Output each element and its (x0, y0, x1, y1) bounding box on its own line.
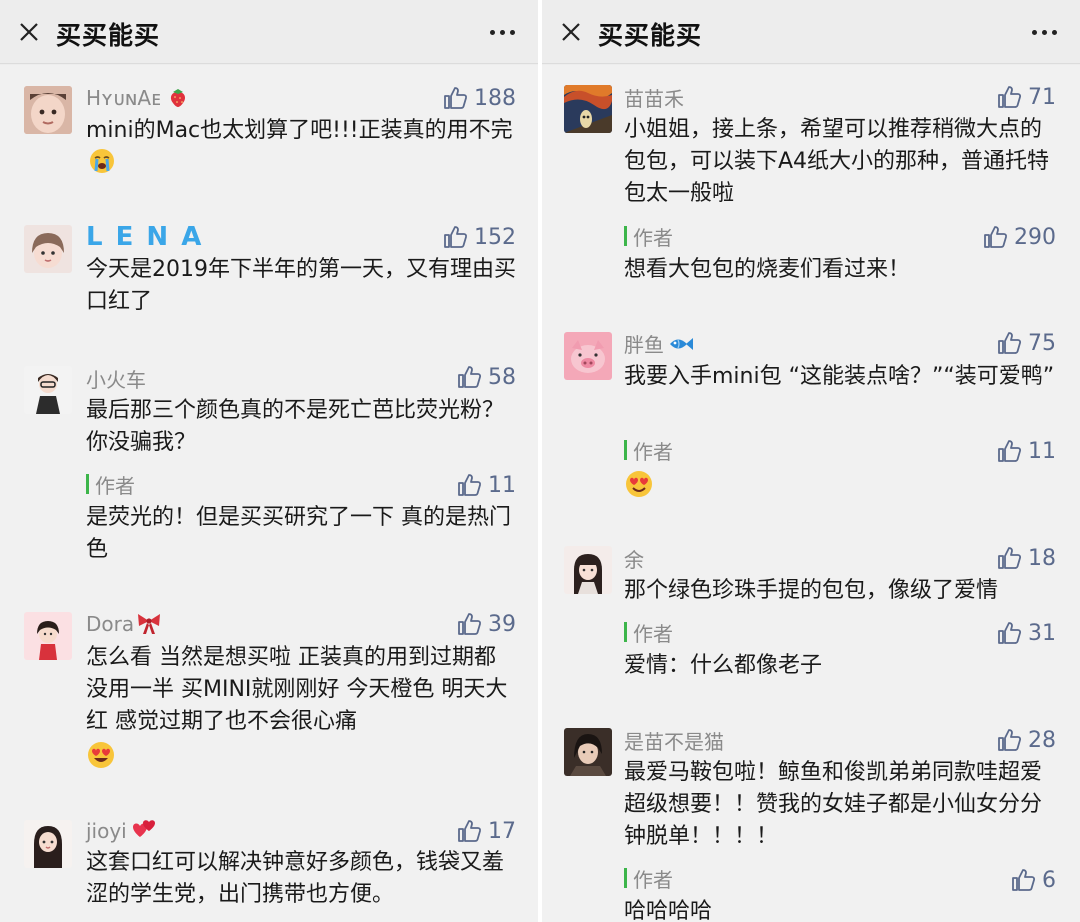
page: 买买能买 HʏᴜɴAᴇ 188 mini的Mac也太划算了吧!!!正装真的用不完… (0, 0, 1080, 922)
avatar[interactable] (24, 820, 72, 868)
thumbs-up-icon (998, 547, 1022, 569)
like-button[interactable]: 6 (1010, 867, 1056, 893)
like-button[interactable]: 152 (442, 224, 516, 250)
like-count: 31 (1028, 620, 1056, 646)
avatar[interactable] (564, 332, 612, 380)
comment-author-name[interactable]: Dora (86, 611, 162, 640)
close-icon[interactable] (18, 21, 40, 43)
like-button[interactable]: 58 (456, 364, 516, 390)
hearts-icon (129, 818, 157, 847)
more-icon[interactable] (1032, 30, 1058, 36)
comment-text: 小姐姐，接上条，希望可以推荐稍微大点的包包，可以装下A4纸大小的那种，普通托特包… (624, 117, 1050, 206)
comment-author-name[interactable]: 余 (624, 544, 644, 573)
avatar[interactable] (564, 728, 612, 776)
avatar[interactable] (24, 366, 72, 414)
heart-eyes-emoji-icon (626, 471, 652, 497)
like-count: 18 (1028, 545, 1056, 571)
more-icon[interactable] (490, 30, 516, 36)
comment-author-name[interactable]: jioyi (86, 818, 157, 847)
like-button[interactable]: 11 (456, 472, 516, 498)
like-count: 75 (1028, 330, 1056, 356)
thumbs-up-icon (998, 440, 1022, 462)
like-button[interactable]: 75 (996, 330, 1056, 356)
avatar[interactable] (564, 85, 612, 133)
author-reply-text: 想看大包包的烧麦们看过来！ (624, 257, 911, 282)
like-count: 71 (1028, 84, 1056, 110)
comment-author-name[interactable]: HʏᴜɴAᴇ (86, 86, 189, 113)
comment-author-name[interactable]: 小火车 (86, 364, 146, 393)
author-reply-tag: 作者 (86, 472, 135, 498)
comment-text: 怎么看 当然是想买啦 正装真的用到过期都没用一半 买MINI就刚刚好 今天橙色 … (86, 645, 508, 734)
thumbs-up-icon (458, 474, 482, 496)
like-count: 28 (1028, 727, 1056, 753)
page-title: 买买能买 (56, 21, 161, 50)
thumbs-up-icon (444, 87, 468, 109)
like-count: 188 (474, 85, 516, 111)
thumbs-up-icon (458, 366, 482, 388)
like-count: 11 (488, 472, 516, 498)
comment-author-name[interactable]: 苗苗禾 (624, 83, 684, 112)
avatar[interactable] (564, 546, 612, 594)
thumbs-up-icon (998, 332, 1022, 354)
avatar[interactable] (24, 86, 72, 134)
strawberry-icon (167, 86, 189, 113)
close-icon[interactable] (560, 21, 582, 43)
left-panel: 买买能买 HʏᴜɴAᴇ 188 mini的Mac也太划算了吧!!!正装真的用不完… (0, 0, 538, 922)
author-reply-tag: 作者 (624, 438, 673, 464)
like-count: 6 (1042, 867, 1056, 893)
like-button[interactable]: 39 (456, 611, 516, 637)
thumbs-up-icon (998, 622, 1022, 644)
author-reply-text: 哈哈哈哈 (624, 899, 713, 922)
ribbon-bow-icon (136, 611, 162, 640)
avatar[interactable] (24, 612, 72, 660)
author-reply-tag: 作者 (624, 224, 673, 250)
like-count: 11 (1028, 438, 1056, 464)
comment-text: 最后那三个颜色真的不是死亡芭比荧光粉？你没骗我？ (86, 398, 505, 455)
heart-eyes-emoji-icon (88, 742, 114, 768)
comment-text: 最爱马鞍包啦！鲸鱼和俊凯弟弟同款哇超爱超级想要！！赞我的女娃子都是小仙女分分钟脱… (624, 760, 1043, 849)
like-button[interactable]: 71 (996, 84, 1056, 110)
thumbs-up-icon (458, 820, 482, 842)
like-count: 152 (474, 224, 516, 250)
comment-text: 那个绿色珍珠手提的包包，像级了爱情 (624, 578, 999, 603)
like-button[interactable]: 188 (442, 85, 516, 111)
like-count: 39 (488, 611, 516, 637)
thumbs-up-icon (458, 613, 482, 635)
author-reply-text: 爱情：什么都像老子 (624, 653, 823, 678)
like-button[interactable]: 11 (996, 438, 1056, 464)
thumbs-up-icon (1012, 869, 1036, 891)
author-reply-tag: 作者 (624, 620, 673, 646)
thumbs-up-icon (998, 729, 1022, 751)
comment-text: mini的Mac也太划算了吧!!!正装真的用不完 (86, 115, 516, 185)
top-bar: 买买能买 (0, 0, 538, 64)
like-count: 290 (1014, 224, 1056, 250)
author-reply-tag: 作者 (624, 866, 673, 892)
like-count: 17 (488, 818, 516, 844)
like-button[interactable]: 28 (996, 727, 1056, 753)
thumbs-up-icon (984, 226, 1008, 248)
comment-author-name[interactable]: 胖鱼 (624, 329, 694, 359)
avatar[interactable] (24, 225, 72, 273)
top-bar: 买买能买 (542, 0, 1080, 64)
thumbs-up-icon (998, 86, 1022, 108)
crying-emoji-icon (88, 147, 116, 185)
comment-text: 这套口红可以解决钟意好多颜色，钱袋又羞涩的学生党，出门携带也方便。 (86, 850, 505, 907)
like-button[interactable]: 31 (996, 620, 1056, 646)
like-button[interactable]: 17 (456, 818, 516, 844)
comment-author-name[interactable]: 是苗不是猫 (624, 726, 724, 755)
comment-text: 我要入手mini包 “这能装点啥？”“装可爱鸭” (624, 364, 1055, 389)
like-button[interactable]: 290 (982, 224, 1056, 250)
like-count: 58 (488, 364, 516, 390)
comment-text: 今天是2019年下半年的第一天，又有理由买口红了 (86, 257, 516, 314)
comment-author-name[interactable]: L E N A (86, 222, 203, 252)
page-title: 买买能买 (598, 21, 703, 50)
right-panel: 买买能买 苗苗禾 71 小姐姐，接上条，希望可以推荐稍微大点的包包，可以装下A4… (542, 0, 1080, 922)
author-reply-text: 是荧光的！但是买买研究了一下 真的是热门色 (86, 505, 511, 562)
fish-icon (666, 334, 694, 359)
like-button[interactable]: 18 (996, 545, 1056, 571)
thumbs-up-icon (444, 226, 468, 248)
